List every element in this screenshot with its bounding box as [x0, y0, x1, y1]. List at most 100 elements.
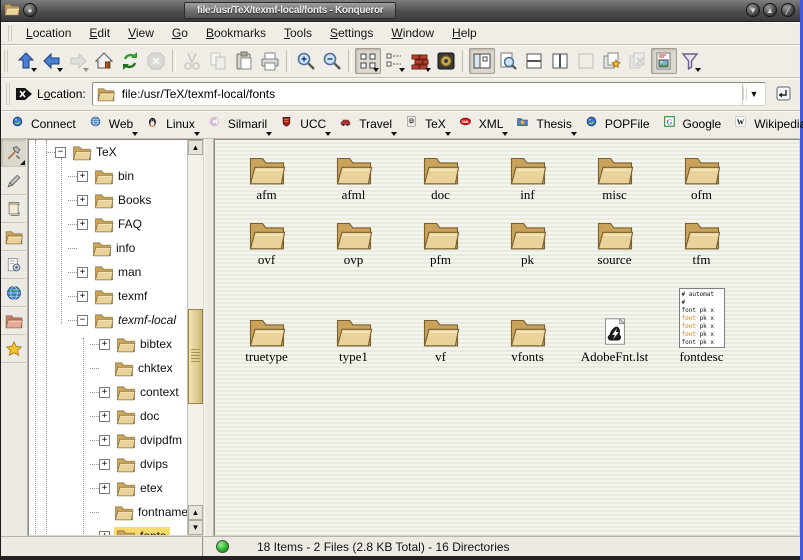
reload-button[interactable]: [117, 48, 143, 74]
bookmark-linux[interactable]: Linux: [142, 113, 204, 136]
tree-expander-plus[interactable]: +: [77, 195, 88, 206]
bookmark-tex[interactable]: TeX: [401, 113, 455, 136]
tree-item-tex[interactable]: −TeX: [29, 140, 187, 164]
pencil-tab[interactable]: [1, 167, 26, 195]
bookmark-google[interactable]: GGoogle: [659, 113, 731, 136]
clear-location-icon[interactable]: [15, 86, 33, 102]
menu-bookmarks[interactable]: Bookmarks: [197, 23, 275, 43]
bookmark-silmaril[interactable]: Silmaril: [204, 113, 276, 136]
filter-button[interactable]: [677, 48, 703, 74]
toolbar-handle[interactable]: [6, 83, 12, 104]
file-item-pk[interactable]: pk: [484, 211, 571, 268]
paste-button[interactable]: [231, 48, 257, 74]
go-button[interactable]: [770, 81, 796, 107]
tree-expander-plus[interactable]: +: [77, 267, 88, 278]
scroll-up-button-2[interactable]: ▲: [188, 505, 203, 520]
toolbar-handle[interactable]: [8, 25, 14, 42]
tree-expander-plus[interactable]: +: [99, 411, 110, 422]
configure-tab[interactable]: [1, 139, 26, 167]
titlebar[interactable]: ● file:/usr/TeX/texmf-local/fonts - Konq…: [1, 0, 800, 22]
menu-settings[interactable]: Settings: [321, 23, 382, 43]
file-item-fontdesc[interactable]: # automat#font pk xfont pk xfont pk xfon…: [658, 284, 745, 365]
file-item-afm[interactable]: afm: [223, 146, 310, 203]
bookmark-xml[interactable]: XMLXML: [455, 113, 513, 136]
file-item-misc[interactable]: misc: [571, 146, 658, 203]
file-item-ofm[interactable]: ofm: [658, 146, 745, 203]
bookmark-popfile[interactable]: POPFile: [581, 113, 659, 136]
show-sidebar-button[interactable]: [469, 48, 495, 74]
tree-expander-plus[interactable]: +: [99, 459, 110, 470]
tree-expander-plus[interactable]: +: [99, 483, 110, 494]
chevron-down-icon[interactable]: ▼: [742, 83, 765, 105]
tree-item-dvipdfm[interactable]: +dvipdfm: [29, 428, 187, 452]
bookmark-connect[interactable]: Connect: [7, 113, 85, 136]
split-view-top-bottom-button[interactable]: [521, 48, 547, 74]
sticky-button[interactable]: ●: [23, 3, 37, 17]
tree-item-etex[interactable]: +etex: [29, 476, 187, 500]
tree-item-man[interactable]: +man: [29, 260, 187, 284]
tree-expander-plus[interactable]: +: [99, 531, 110, 536]
scroll-thumb[interactable]: [188, 309, 203, 404]
tree-scrollbar[interactable]: ▲ ▲ ▼: [187, 140, 203, 535]
file-item-ovf[interactable]: ovf: [223, 211, 310, 268]
network-tab[interactable]: [1, 279, 26, 307]
menu-go[interactable]: Go: [163, 23, 197, 43]
zoom-in-button[interactable]: [293, 48, 319, 74]
file-item-doc[interactable]: doc: [397, 146, 484, 203]
menu-edit[interactable]: Edit: [80, 23, 119, 43]
file-item-vf[interactable]: vf: [397, 284, 484, 365]
maximize-button[interactable]: ▲: [763, 3, 777, 17]
file-item-source[interactable]: source: [571, 211, 658, 268]
file-item-pfm[interactable]: pfm: [397, 211, 484, 268]
home-folder-tab[interactable]: [1, 223, 26, 251]
file-item-vfonts[interactable]: vfonts: [484, 284, 571, 365]
tree-item-doc[interactable]: +doc: [29, 404, 187, 428]
bookmark-travel[interactable]: Travel: [335, 113, 401, 136]
tree-expander-minus[interactable]: −: [77, 315, 88, 326]
file-item-adobefnt.lst[interactable]: AdobeFnt.lst: [571, 284, 658, 365]
tree-expander-minus[interactable]: −: [55, 147, 66, 158]
icon-view[interactable]: afmafmldocinfmiscofmovfovppfmpksourcetfm…: [214, 139, 800, 536]
services-tab[interactable]: [1, 251, 26, 279]
tree-expander-plus[interactable]: +: [99, 339, 110, 350]
icon-view-button[interactable]: [355, 48, 381, 74]
bookmarks-tab[interactable]: [1, 335, 26, 363]
bricks-view-button[interactable]: [407, 48, 433, 74]
menu-view[interactable]: View: [119, 23, 163, 43]
find-file-button[interactable]: [495, 48, 521, 74]
zoom-out-button[interactable]: [319, 48, 345, 74]
tree-item-bin[interactable]: +bin: [29, 164, 187, 188]
up-button[interactable]: [13, 48, 39, 74]
window-menu-icon[interactable]: [4, 2, 20, 21]
file-item-afml[interactable]: afml: [310, 146, 397, 203]
tree-expander-plus[interactable]: +: [99, 435, 110, 446]
tree-item-texmf-local[interactable]: −texmf-local: [29, 308, 187, 332]
location-combobox[interactable]: ▼: [92, 82, 766, 106]
gear-button[interactable]: [433, 48, 459, 74]
tree-item-context[interactable]: +context: [29, 380, 187, 404]
tree-expander-plus[interactable]: +: [99, 387, 110, 398]
tree-item-faq[interactable]: +FAQ: [29, 212, 187, 236]
home-button[interactable]: [91, 48, 117, 74]
tree-item-fontname[interactable]: fontname: [29, 500, 187, 524]
bookmark-ucc[interactable]: UCC: [276, 113, 335, 136]
file-item-truetype[interactable]: truetype: [223, 284, 310, 365]
menu-location[interactable]: Location: [17, 23, 80, 43]
file-item-ovp[interactable]: ovp: [310, 211, 397, 268]
tree-item-info[interactable]: info: [29, 236, 187, 260]
use-index-html-button[interactable]: [651, 48, 677, 74]
tree-expander-plus[interactable]: +: [77, 291, 88, 302]
scroll-down-button[interactable]: ▼: [188, 520, 203, 535]
menu-help[interactable]: Help: [443, 23, 486, 43]
tree-item-books[interactable]: +Books: [29, 188, 187, 212]
bookmark-thesis[interactable]: Thesis: [512, 113, 580, 136]
toolbar-handle[interactable]: [4, 50, 10, 73]
menu-window[interactable]: Window: [382, 23, 443, 43]
file-item-type1[interactable]: type1: [310, 284, 397, 365]
split-view-left-right-button[interactable]: [547, 48, 573, 74]
file-item-tfm[interactable]: tfm: [658, 211, 745, 268]
close-button[interactable]: ╱: [781, 3, 795, 17]
tree-item-bibtex[interactable]: +bibtex: [29, 332, 187, 356]
tree-item-texmf[interactable]: +texmf: [29, 284, 187, 308]
minimize-button[interactable]: ▼: [746, 3, 760, 17]
